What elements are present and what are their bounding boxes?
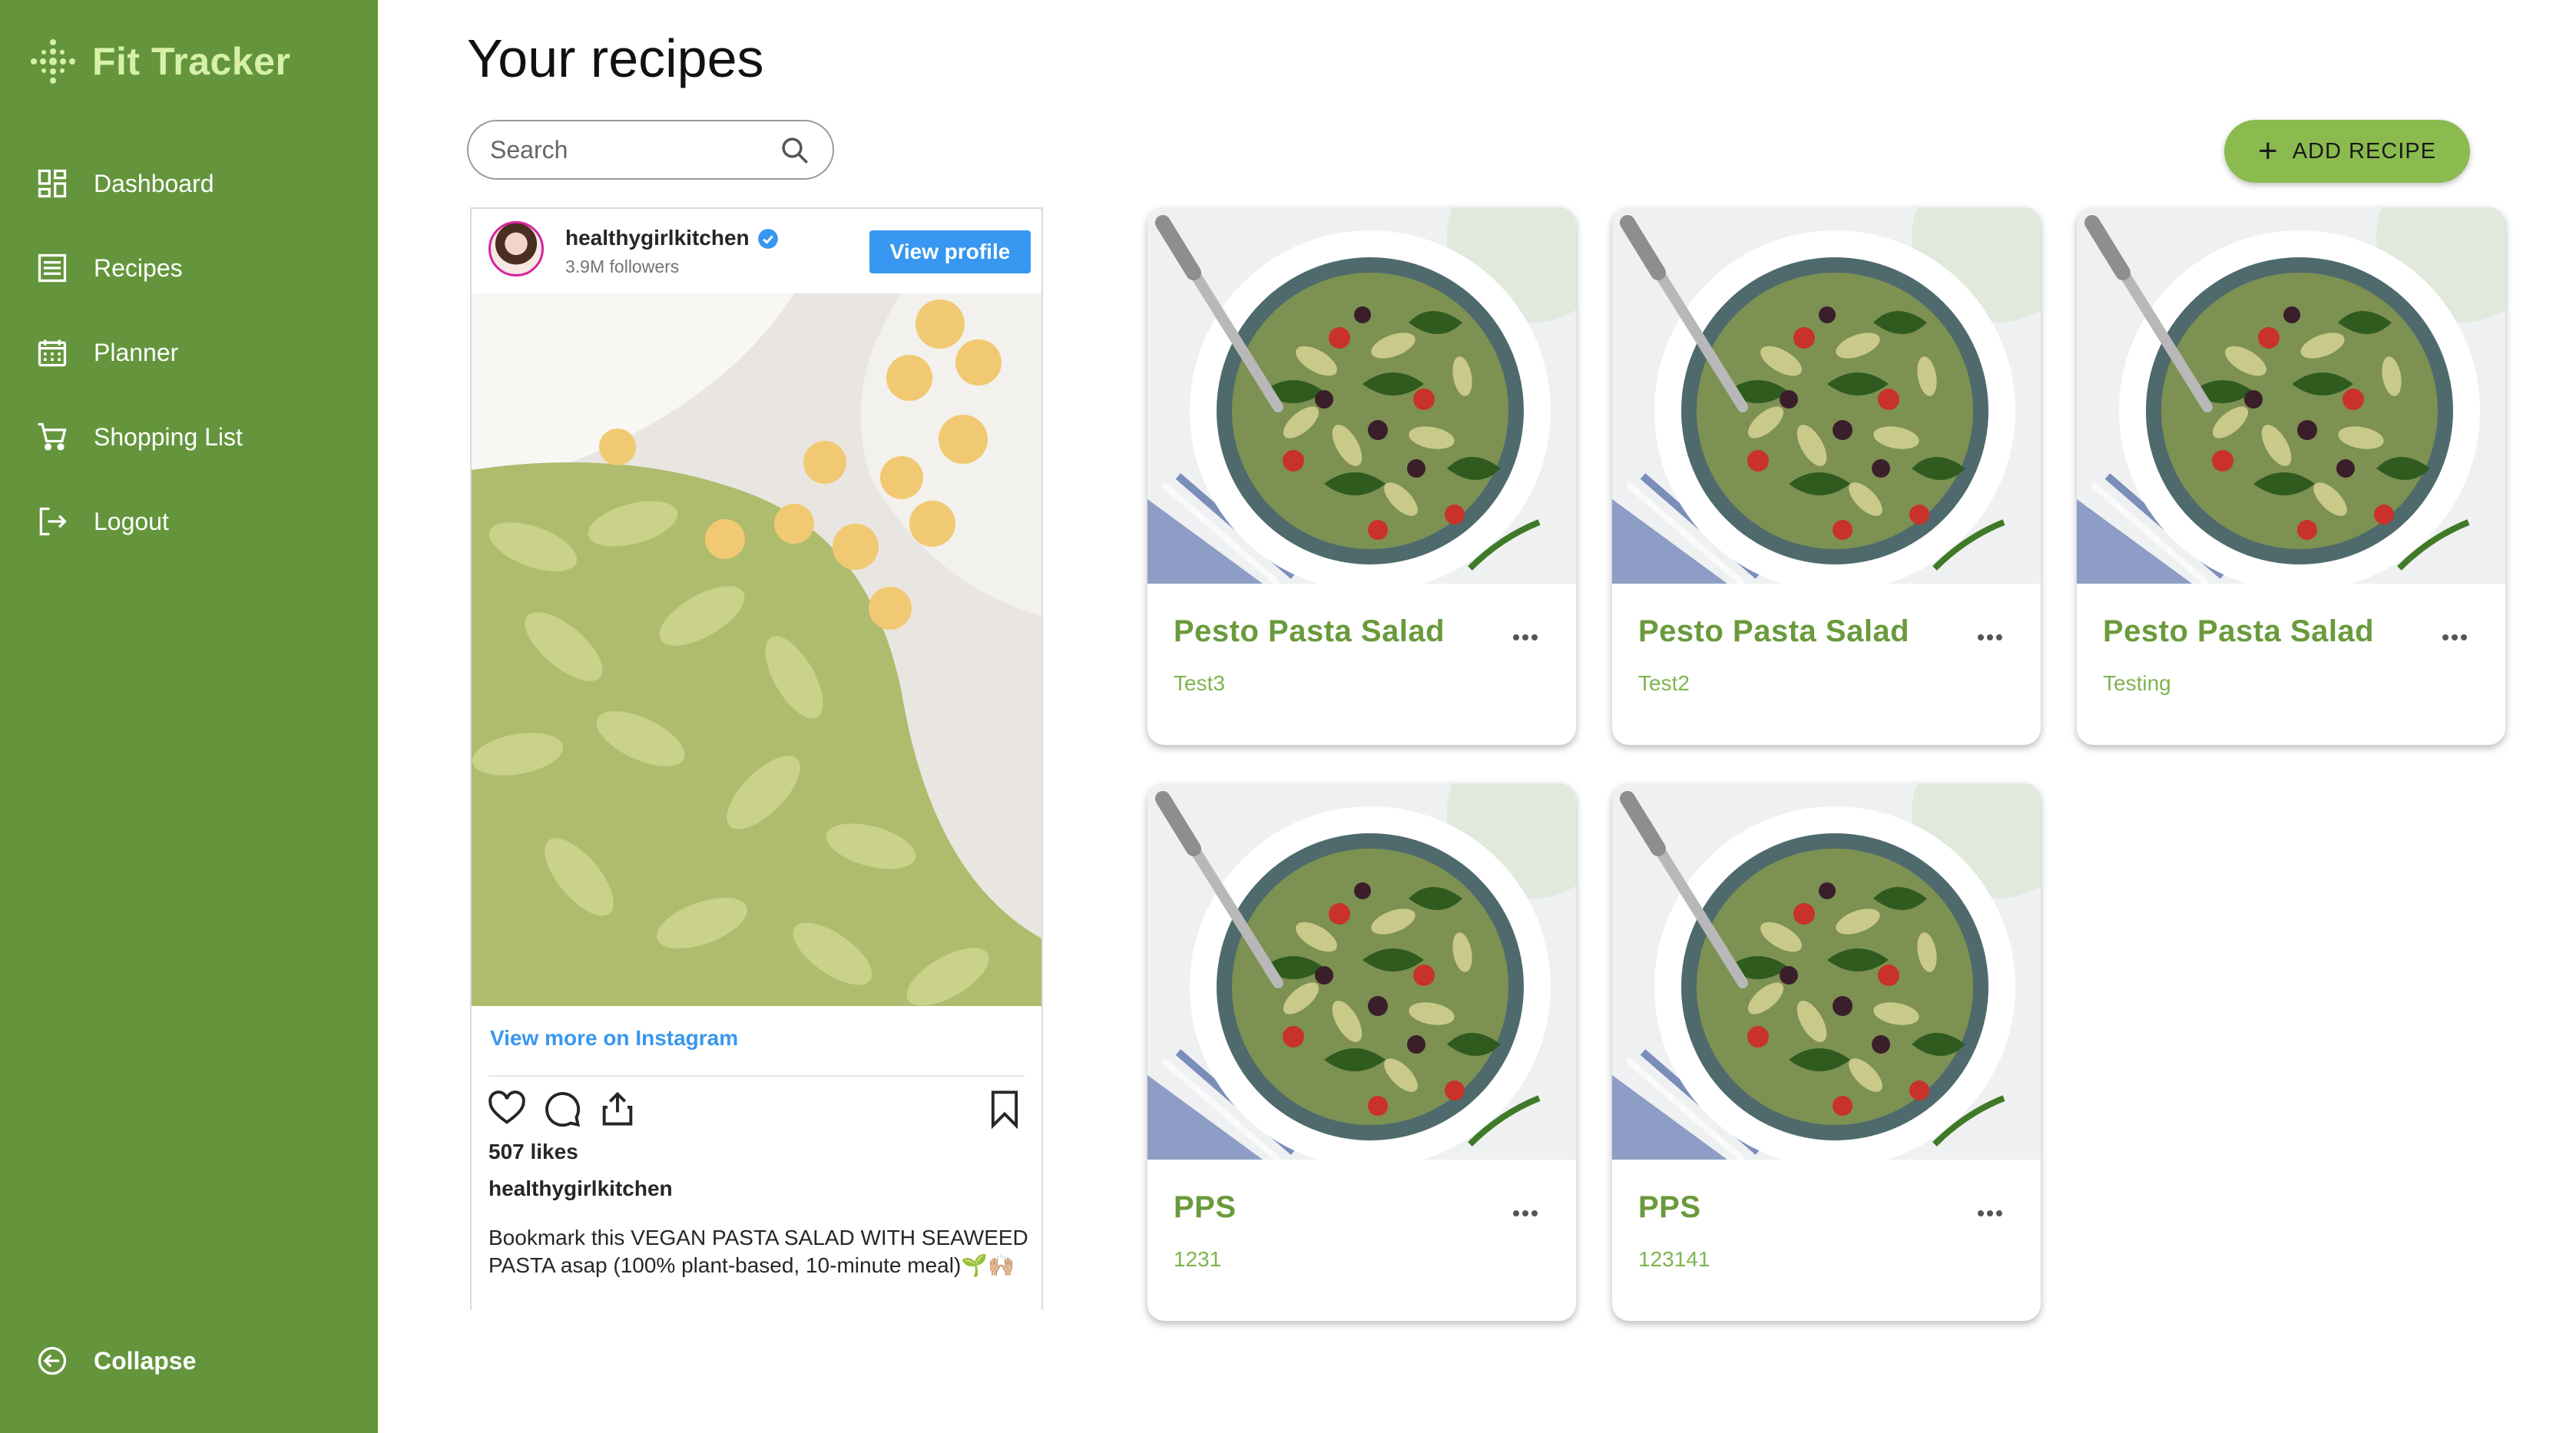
recipe-image	[1147, 207, 1576, 584]
page-title: Your recipes	[467, 28, 764, 88]
instagram-actions	[487, 1086, 1025, 1132]
plus-icon: +	[2258, 132, 2279, 170]
recipe-subtitle: Testing	[2103, 671, 2171, 695]
dashboard-icon	[38, 169, 67, 198]
collapse-button[interactable]: Collapse	[35, 1338, 196, 1384]
recipe-title: Pesto Pasta Salad	[1174, 614, 1445, 648]
recipe-image	[2077, 207, 2505, 584]
recipe-subtitle: 123141	[1638, 1247, 1710, 1271]
list-icon	[38, 253, 67, 283]
more-options-icon[interactable]	[1975, 1204, 2005, 1223]
sidebar-nav: Dashboard Recipes Planner Shopping List	[0, 141, 378, 564]
sidebar-item-label: Shopping List	[94, 422, 243, 451]
post-caption: Bookmark this VEGAN PASTA SALAD WITH SEA…	[488, 1226, 1028, 1277]
sidebar-item-label: Recipes	[94, 253, 183, 282]
search-icon[interactable]	[779, 134, 811, 167]
brand-name: Fit Tracker	[92, 40, 291, 83]
recipe-card[interactable]: PPS 1231	[1147, 783, 1576, 1321]
heart-icon[interactable]	[487, 1089, 527, 1129]
search-box	[467, 120, 834, 180]
sidebar-item-label: Planner	[94, 338, 179, 366]
add-recipe-label: ADD RECIPE	[2292, 138, 2436, 164]
sidebar-item-label: Dashboard	[94, 169, 214, 197]
follower-count: 3.9M followers	[565, 256, 680, 276]
sidebar-item-shopping-list[interactable]: Shopping List	[0, 395, 378, 479]
recipe-subtitle: Test2	[1638, 671, 1690, 695]
instagram-username[interactable]: healthygirlkitchen	[565, 226, 750, 250]
recipe-card[interactable]: Pesto Pasta Salad Test2	[1612, 207, 2041, 745]
recipe-image	[1612, 783, 2041, 1160]
recipe-card[interactable]: Pesto Pasta Salad Testing	[2077, 207, 2505, 745]
calendar-icon	[38, 339, 67, 367]
collapse-label: Collapse	[94, 1346, 197, 1375]
view-more-link[interactable]: View more on Instagram	[490, 1026, 738, 1051]
cart-icon	[38, 422, 67, 451]
post-author[interactable]: healthygirlkitchen	[488, 1177, 673, 1201]
comment-icon[interactable]	[542, 1089, 582, 1129]
share-icon[interactable]	[598, 1089, 637, 1129]
sidebar-item-label: Logout	[94, 507, 169, 535]
recipe-image	[1612, 207, 2041, 584]
recipe-title: Pesto Pasta Salad	[2103, 614, 2375, 648]
recipe-subtitle: Test3	[1174, 671, 1225, 695]
more-options-icon[interactable]	[1510, 628, 1541, 647]
sidebar-item-logout[interactable]: Logout	[0, 479, 378, 564]
recipe-title: PPS	[1638, 1190, 1701, 1224]
more-options-icon[interactable]	[1510, 1204, 1541, 1223]
bookmark-icon[interactable]	[985, 1089, 1025, 1129]
sidebar-item-recipes[interactable]: Recipes	[0, 226, 378, 310]
logout-icon	[39, 507, 67, 536]
verified-badge-icon	[758, 229, 778, 249]
recipe-image	[1147, 783, 1576, 1160]
like-count: 507 likes	[488, 1140, 578, 1163]
recipe-title: Pesto Pasta Salad	[1638, 614, 1910, 648]
sidebar-item-planner[interactable]: Planner	[0, 310, 378, 395]
logo-icon	[31, 39, 75, 84]
sidebar: Fit Tracker Dashboard Recipes Planner Sh…	[0, 0, 378, 1433]
search-input[interactable]	[488, 134, 768, 165]
recipe-card[interactable]: Pesto Pasta Salad Test3	[1147, 207, 1576, 745]
instagram-header: healthygirlkitchen 3.9M followers View p…	[472, 209, 1041, 292]
avatar[interactable]	[488, 221, 544, 276]
collapse-icon	[38, 1346, 67, 1375]
add-recipe-button[interactable]: + ADD RECIPE	[2224, 120, 2470, 183]
instagram-post-image[interactable]	[472, 293, 1041, 1006]
more-options-icon[interactable]	[2439, 628, 2470, 647]
more-options-icon[interactable]	[1975, 628, 2005, 647]
brand[interactable]: Fit Tracker	[29, 34, 290, 89]
view-profile-button[interactable]: View profile	[869, 230, 1031, 273]
recipe-title: PPS	[1174, 1190, 1237, 1224]
sidebar-item-dashboard[interactable]: Dashboard	[0, 141, 378, 226]
divider	[488, 1075, 1025, 1077]
recipe-subtitle: 1231	[1174, 1247, 1222, 1271]
recipe-card[interactable]: PPS 123141	[1612, 783, 2041, 1321]
instagram-embed: healthygirlkitchen 3.9M followers View p…	[470, 207, 1043, 1310]
